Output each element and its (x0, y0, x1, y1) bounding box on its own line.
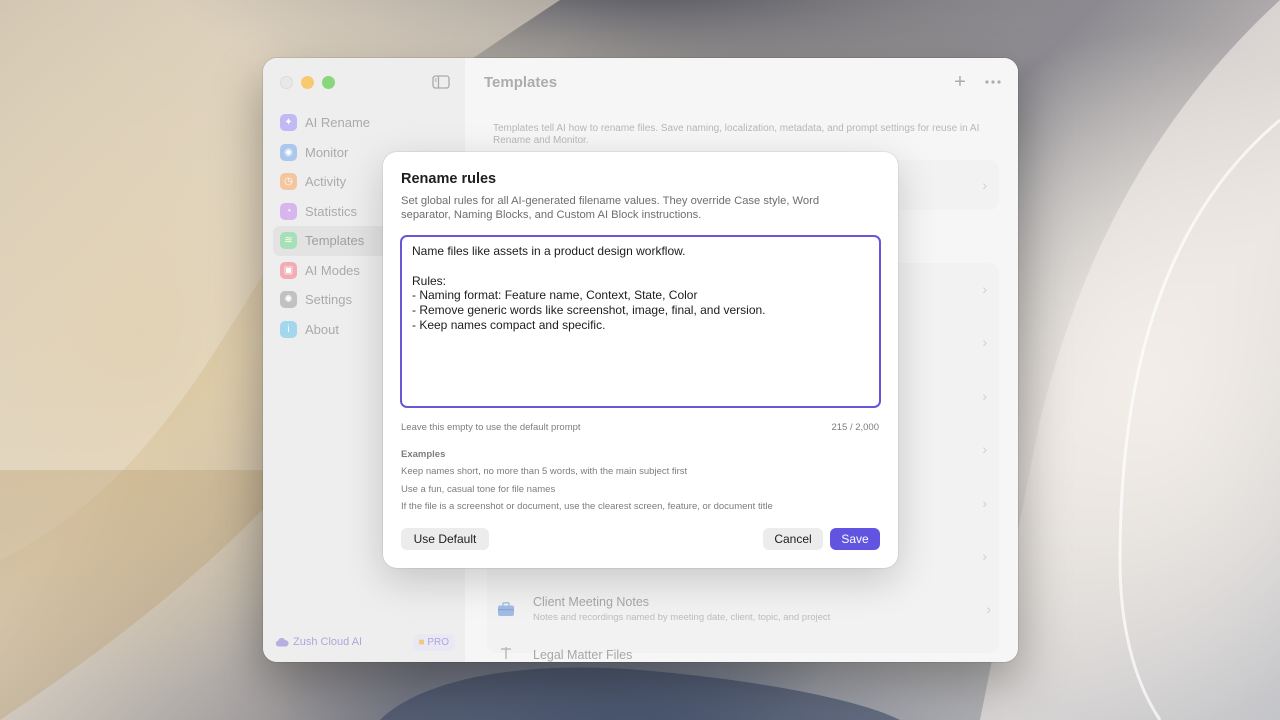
example-item[interactable]: Use a fun, casual tone for file names (401, 484, 555, 495)
save-button[interactable]: Save (830, 528, 880, 550)
example-item[interactable]: Keep names short, no more than 5 words, … (401, 466, 687, 477)
dialog-title: Rename rules (401, 171, 497, 187)
use-default-button[interactable]: Use Default (401, 528, 489, 550)
editor-hint: Leave this empty to use the default prom… (401, 422, 581, 433)
rename-rules-textarea[interactable]: Name files like assets in a product desi… (400, 235, 881, 408)
examples-heading: Examples (401, 449, 446, 460)
example-item[interactable]: If the file is a screenshot or document,… (401, 501, 773, 512)
character-counter: 215 / 2,000 (831, 422, 879, 433)
rename-rules-dialog: Rename rules Set global rules for all AI… (383, 152, 898, 568)
dialog-description: Set global rules for all AI-generated fi… (401, 195, 820, 221)
cancel-button[interactable]: Cancel (763, 528, 823, 550)
